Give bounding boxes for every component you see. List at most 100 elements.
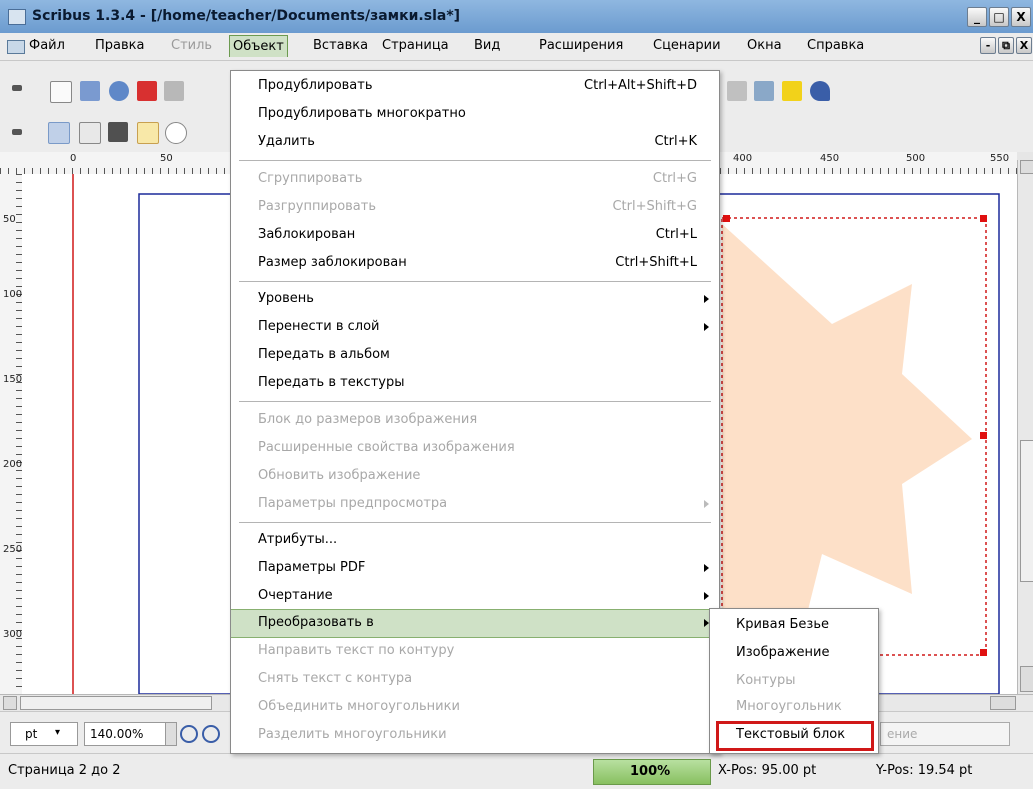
ruler-tick-label: 0 (70, 153, 77, 164)
table-icon[interactable] (137, 122, 159, 144)
menu-edit[interactable]: Правка (95, 38, 144, 53)
new-document-icon[interactable] (50, 81, 72, 103)
image-frame-icon[interactable] (108, 122, 128, 142)
vertical-ruler[interactable]: 50 100 150 200 250 300 (0, 174, 23, 694)
submenu-item-bezier-curve[interactable]: Кривая Безье (710, 611, 878, 639)
menu-insert[interactable]: Вставка (313, 38, 368, 53)
menu-style[interactable]: Стиль (171, 38, 212, 53)
menu-item-adjust-frame-to-image: Блок до размеров изображения (258, 412, 478, 427)
progress-label: 100% (630, 764, 671, 779)
y-position: Y-Pos: 19.54 pt (876, 763, 973, 778)
minimize-button[interactable]: _ (967, 7, 987, 27)
scribus-app-icon (8, 9, 26, 25)
scroll-right-arrow-icon[interactable] (990, 696, 1016, 710)
open-folder-icon[interactable] (80, 81, 100, 101)
menu-separator (239, 522, 711, 523)
menu-bar: Файл Правка Стиль Объект Вставка Страниц… (0, 33, 1033, 61)
menu-item-split-polygons: Разделить многоугольники (258, 727, 447, 742)
story-editor-icon[interactable] (754, 81, 774, 101)
menu-scripts[interactable]: Сценарии (653, 38, 721, 53)
zoom-in-icon[interactable] (202, 725, 220, 743)
menu-item-send-to-patterns[interactable]: Передать в текстуры (231, 370, 719, 397)
toolbar-handle (12, 85, 22, 91)
menu-item-send-to-layer[interactable]: Перенести в слой (231, 314, 719, 341)
notes-icon[interactable] (782, 81, 802, 101)
submenu-arrow-icon (704, 295, 709, 303)
print-icon[interactable] (164, 81, 184, 101)
menu-separator (239, 281, 711, 282)
zoom-out-icon[interactable] (180, 725, 198, 743)
highlight-callout-box (716, 721, 874, 751)
doc-close-button[interactable]: X (1016, 37, 1032, 54)
convert-to-submenu: Кривая Безье Изображение Контуры Многоуг… (709, 608, 879, 754)
save-icon[interactable] (109, 81, 129, 101)
menu-windows[interactable]: Окна (747, 38, 782, 53)
submenu-item-polygon: Многоугольник (736, 699, 842, 714)
scroll-up-arrow-icon[interactable] (1020, 160, 1033, 174)
status-bar: Страница 2 до 2 100% X-Pos: 95.00 pt Y-P… (0, 753, 1033, 789)
menu-item-group: Сгруппировать Ctrl+G (258, 171, 697, 186)
menu-separator (239, 401, 711, 402)
unit-select[interactable]: pt ▾ (10, 722, 78, 746)
ruler-tick-label: 250 (3, 544, 23, 555)
scrollbar-thumb[interactable] (1020, 440, 1033, 582)
menu-view[interactable]: Вид (474, 38, 500, 53)
toolbar-handle (12, 129, 22, 135)
ruler-tick-label: 400 (733, 153, 753, 164)
menu-page[interactable]: Страница (382, 38, 449, 53)
x-position: X-Pos: 95.00 pt (718, 763, 817, 778)
menu-file[interactable]: Файл (29, 38, 65, 53)
menu-item-convert-to[interactable]: Преобразовать в (231, 609, 719, 638)
star-shape (722, 224, 972, 664)
menu-item-send-to-scrapbook[interactable]: Передать в альбом (231, 342, 719, 369)
ruler-tick-label: 100 (3, 289, 23, 300)
submenu-item-image-frame[interactable]: Изображение (710, 639, 878, 667)
bezier-tool-icon[interactable] (810, 81, 830, 101)
shape-tool-icon[interactable] (165, 122, 187, 144)
text-frame-icon[interactable] (79, 122, 101, 144)
menu-help[interactable]: Справка (807, 38, 864, 53)
menu-item-detach-text-from-path: Снять текст с контура (258, 671, 413, 686)
menu-object[interactable]: Объект (229, 35, 288, 57)
zoom-stepper[interactable] (165, 722, 177, 746)
menu-item-lock-size[interactable]: Размер заблокирован Ctrl+Shift+L (231, 250, 719, 277)
menu-item-pdf-options[interactable]: Параметры PDF (231, 555, 719, 582)
menu-separator (239, 160, 711, 161)
scroll-left-arrow-icon[interactable] (3, 696, 17, 710)
menu-extras[interactable]: Расширения (539, 38, 623, 53)
dropdown-arrow-icon: ▾ (55, 727, 61, 738)
menu-item-lock[interactable]: Заблокирован Ctrl+L (231, 222, 719, 249)
page-indicator: Страница 2 до 2 (8, 763, 121, 778)
frame-handle (980, 432, 987, 439)
submenu-arrow-icon (704, 564, 709, 572)
doc-restore-button[interactable]: ⧉ (998, 37, 1014, 54)
layer-select-value: ение (887, 727, 918, 741)
document-icon (7, 40, 25, 54)
layer-select[interactable]: ение (880, 722, 1010, 746)
window-title: Scribus 1.3.4 - [/home/teacher/Documents… (32, 8, 461, 24)
ruler-tick-label: 50 (160, 153, 173, 164)
select-arrow-icon[interactable] (48, 122, 70, 144)
close-button[interactable]: X (1011, 7, 1031, 27)
scrollbar-thumb[interactable] (20, 696, 212, 710)
close-document-icon[interactable] (137, 81, 157, 101)
text-properties-icon[interactable] (727, 81, 747, 101)
unit-value: pt (25, 727, 38, 741)
menu-item-shape[interactable]: Очертание (231, 583, 719, 610)
menu-item-delete[interactable]: Удалить Ctrl+K (231, 129, 719, 156)
zoom-field[interactable]: 140.00% (84, 722, 166, 746)
maximize-button[interactable]: □ (989, 7, 1009, 27)
menu-item-duplicate[interactable]: Продублировать Ctrl+Alt+Shift+D (231, 73, 719, 100)
doc-minimize-button[interactable]: - (980, 37, 996, 54)
menu-item-level[interactable]: Уровень (231, 286, 719, 313)
menu-item-combine-polygons: Объединить многоугольники (258, 699, 460, 714)
menu-item-attach-text-to-path: Направить текст по контуру (258, 643, 455, 658)
vertical-scrollbar[interactable] (1017, 160, 1033, 694)
frame-handle (980, 649, 987, 656)
menu-item-attributes[interactable]: Атрибуты... (231, 527, 719, 554)
frame-handle (723, 215, 730, 222)
submenu-arrow-icon (704, 500, 709, 508)
scroll-down-arrow-icon[interactable] (1020, 666, 1033, 692)
frame-handle (980, 215, 987, 222)
menu-item-multiple-duplicate[interactable]: Продублировать многократно (231, 101, 719, 128)
